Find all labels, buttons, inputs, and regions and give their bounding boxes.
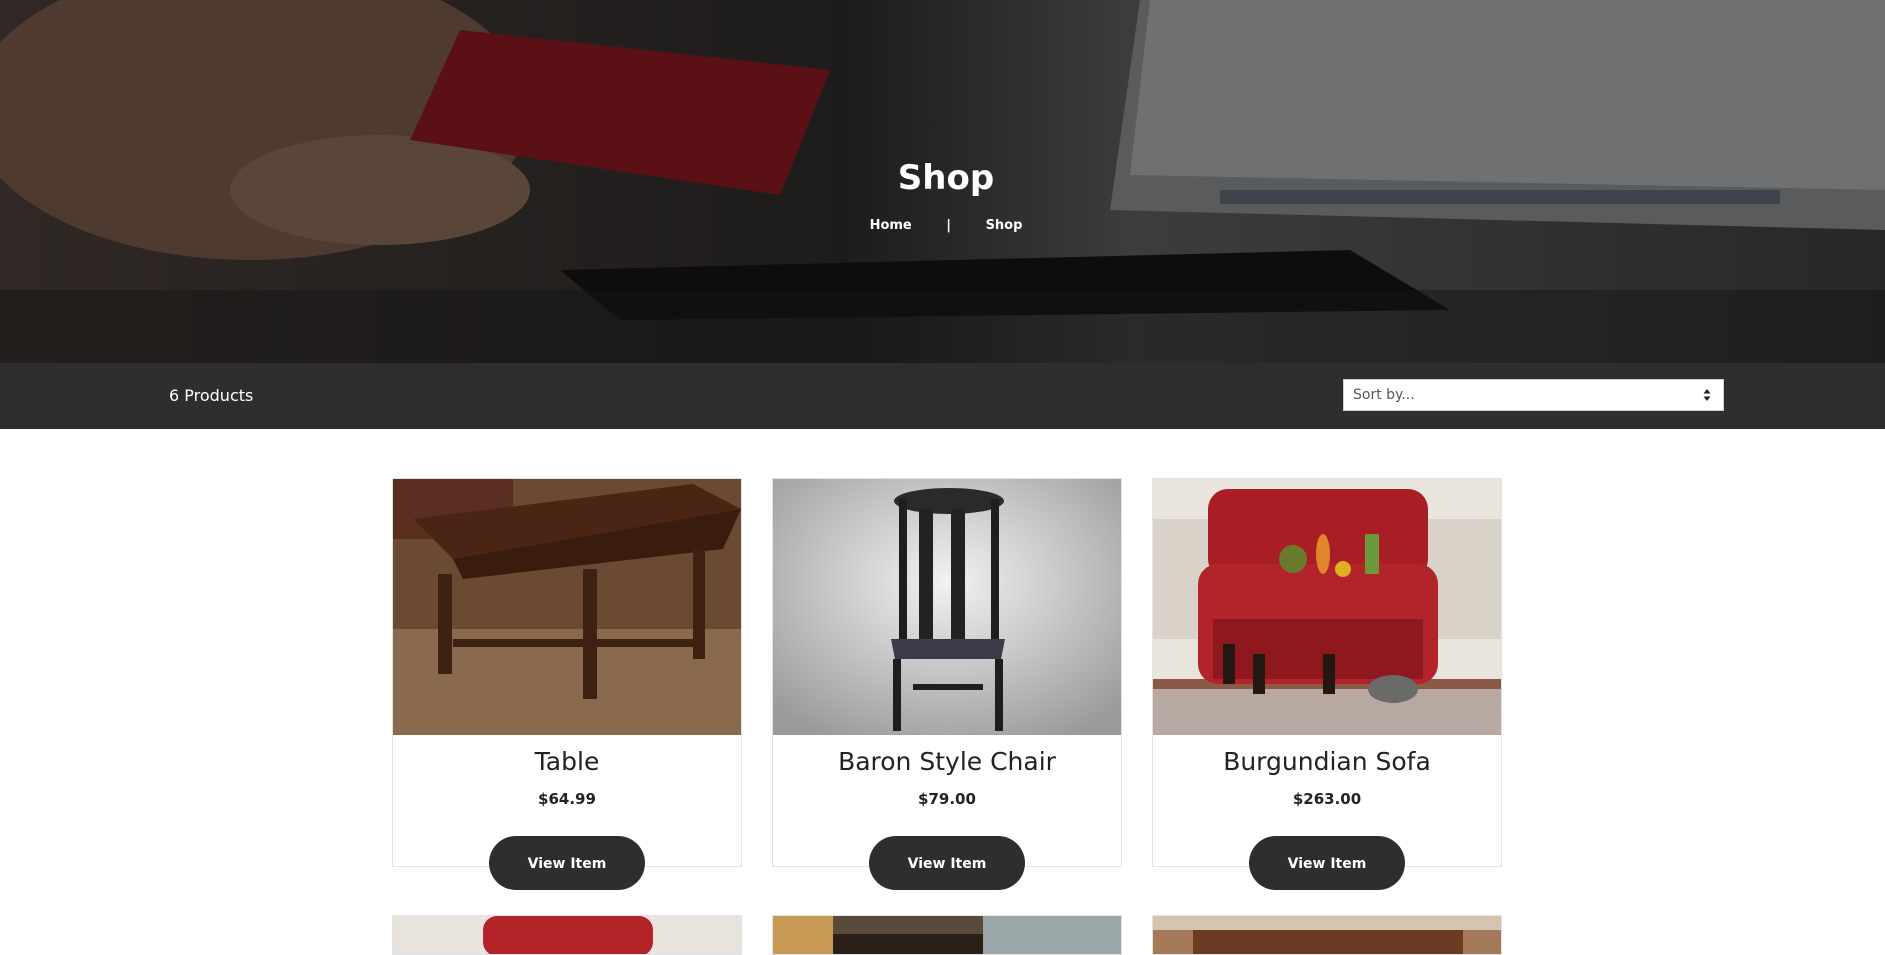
view-item-button[interactable]: View Item xyxy=(489,836,645,890)
sort-arrows-icon xyxy=(1703,389,1711,401)
product-name[interactable]: Table xyxy=(393,745,741,779)
product-image-baron-style-chair[interactable] xyxy=(773,479,1121,735)
product-card: Baron Style Chair $79.00 View Item xyxy=(772,478,1122,890)
product-card: Table $64.99 View Item xyxy=(392,478,742,890)
breadcrumb-home-link[interactable]: Home xyxy=(870,218,912,233)
shop-toolbar: 6 Products Sort by... xyxy=(0,363,1885,429)
product-card: Burgundian Sofa $263.00 View Item xyxy=(1152,478,1502,890)
product-name[interactable]: Burgundian Sofa xyxy=(1153,745,1501,779)
page-title: Shop xyxy=(897,158,995,198)
product-price: $263.00 xyxy=(1292,790,1362,808)
breadcrumb-separator: | xyxy=(946,218,952,233)
view-item-button[interactable]: View Item xyxy=(869,836,1025,890)
product-image-partial[interactable] xyxy=(773,916,1122,955)
product-price: $64.99 xyxy=(538,790,596,808)
product-count: 6 Products xyxy=(169,386,254,405)
view-item-button[interactable]: View Item xyxy=(1249,836,1405,890)
product-card-partial xyxy=(772,915,1122,955)
product-price: $79.00 xyxy=(918,790,976,808)
breadcrumb: Home | Shop xyxy=(0,216,1885,236)
product-name[interactable]: Baron Style Chair xyxy=(773,745,1121,779)
sort-select-value: Sort by... xyxy=(1353,387,1415,403)
product-image-partial[interactable] xyxy=(393,916,742,955)
breadcrumb-current: Shop xyxy=(985,218,1023,233)
product-image-burgundian-sofa[interactable] xyxy=(1153,479,1501,735)
product-image-partial[interactable] xyxy=(1153,916,1502,955)
product-card-partial xyxy=(1152,915,1502,955)
product-card-partial xyxy=(392,915,742,955)
hero-banner: Shop Home | Shop xyxy=(0,0,1885,363)
product-image-table[interactable] xyxy=(393,479,741,735)
sort-select[interactable]: Sort by... xyxy=(1343,379,1724,411)
